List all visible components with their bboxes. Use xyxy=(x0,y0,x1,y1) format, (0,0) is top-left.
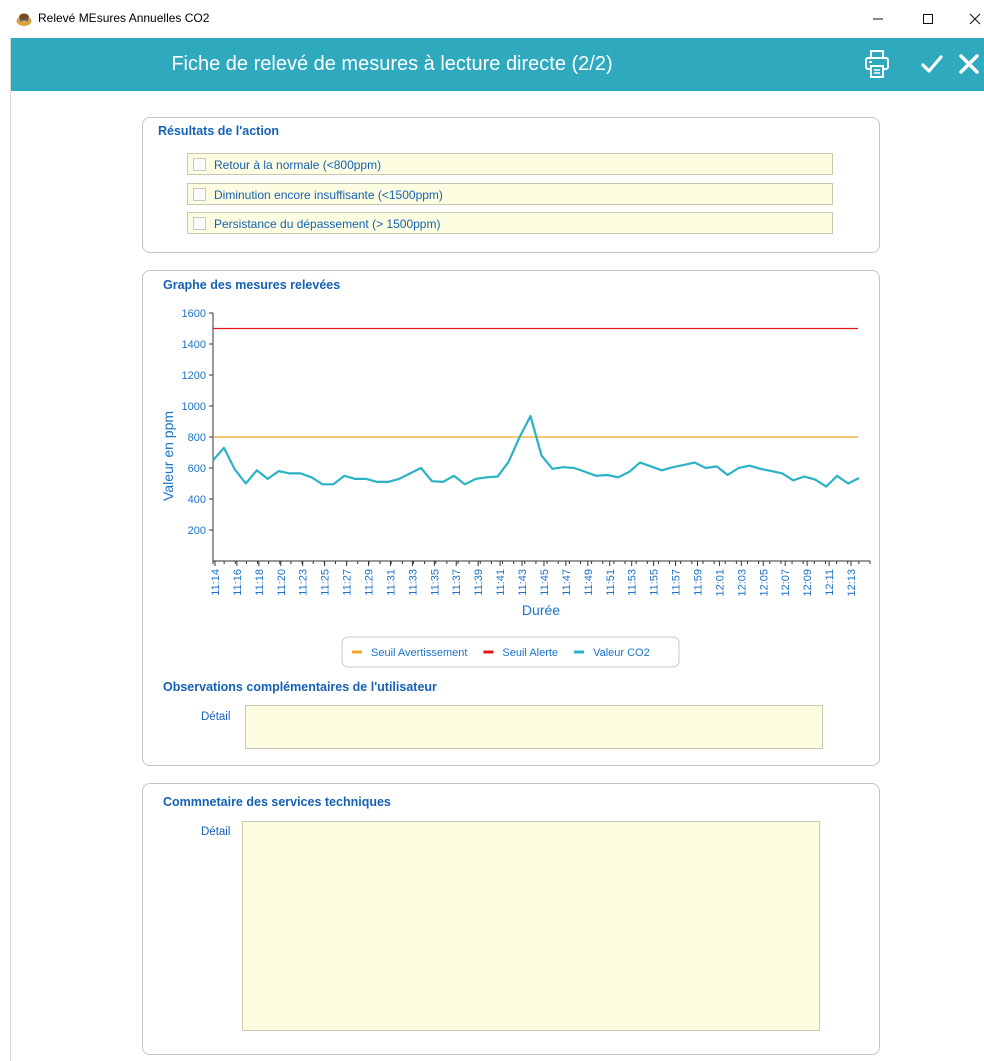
x-tick-label: 11:55 xyxy=(649,569,661,596)
x-tick-label: 11:31 xyxy=(385,569,397,596)
x-tick-label: 11:20 xyxy=(276,569,288,596)
window-titlebar: Relevé MEsures Annuelles CO2 xyxy=(0,0,984,38)
x-tick-label: 11:35 xyxy=(429,569,441,596)
result-option-label: Diminution encore insuffisante (<1500ppm… xyxy=(214,188,443,202)
x-tick-label: 11:45 xyxy=(539,569,551,596)
results-panel: Résultats de l'action Retour à la normal… xyxy=(142,117,880,253)
x-tick-label: 11:29 xyxy=(364,569,376,596)
x-tick-label: 12:13 xyxy=(846,569,858,597)
graph-title: Graphe des mesures relevées xyxy=(163,278,341,292)
comments-title: Commnetaire des services techniques xyxy=(163,795,391,809)
y-tick-label: 1600 xyxy=(182,308,206,320)
comments-detail-field[interactable] xyxy=(242,821,820,1031)
checkbox[interactable] xyxy=(193,158,206,171)
window-close-button[interactable] xyxy=(955,4,984,34)
minimize-button[interactable] xyxy=(858,4,898,34)
observations-detail-label: Détail xyxy=(201,711,231,723)
printer-icon xyxy=(865,50,889,78)
y-tick-label: 800 xyxy=(188,432,206,444)
x-tick-label: 11:18 xyxy=(254,569,266,596)
cancel-button[interactable] xyxy=(953,48,984,80)
app-icon xyxy=(16,13,32,26)
y-tick-label: 1400 xyxy=(182,339,206,351)
checkbox[interactable] xyxy=(193,188,206,201)
maximize-button[interactable] xyxy=(908,4,948,34)
form-title: Fiche de relevé de mesures à lecture dir… xyxy=(171,53,613,75)
legend-label: Seuil Alerte xyxy=(502,647,558,659)
comments-detail-label: Détail xyxy=(201,826,231,838)
print-button[interactable] xyxy=(861,48,893,80)
x-tick-label: 11:23 xyxy=(298,569,310,596)
y-tick-label: 1000 xyxy=(182,401,206,413)
check-icon xyxy=(921,55,943,73)
x-tick-label: 11:41 xyxy=(495,569,507,596)
co2-line-chart: 200 400 600 800 1000 1200 1400 1600 11:14 11:16 1… xyxy=(160,308,871,668)
x-tick-label: 11:27 xyxy=(342,569,354,596)
x-tick-label: 11:25 xyxy=(320,569,332,596)
x-tick-label: 12:07 xyxy=(780,569,792,597)
result-option-label: Retour à la normale (<800ppm) xyxy=(214,158,382,172)
x-tick-label: 11:43 xyxy=(517,569,529,596)
maximize-icon xyxy=(923,14,933,24)
y-tick-label: 1200 xyxy=(182,370,206,382)
legend-label: Seuil Avertissement xyxy=(371,647,467,659)
co2-series-line xyxy=(212,414,860,488)
result-option-insufficient[interactable]: Diminution encore insuffisante (<1500ppm… xyxy=(187,183,833,205)
x-tick-label: 11:37 xyxy=(451,569,463,596)
x-tick-label: 11:51 xyxy=(605,569,617,596)
x-tick-label: 11:14 xyxy=(210,569,222,596)
y-tick-label: 400 xyxy=(188,494,206,506)
result-option-label: Persistance du dépassement (> 1500ppm) xyxy=(214,217,441,231)
observations-detail-field[interactable] xyxy=(245,705,823,749)
x-axis-label: Durée xyxy=(522,602,560,618)
window-border xyxy=(10,38,11,1061)
x-tick-label: 11:16 xyxy=(232,569,244,596)
observations-title: Observations complémentaires de l'utilis… xyxy=(163,680,437,694)
comments-panel: Commnetaire des services techniques Déta… xyxy=(142,783,880,1055)
x-tick-label: 11:53 xyxy=(627,569,639,596)
x-tick-label: 11:57 xyxy=(671,569,683,596)
minimize-icon xyxy=(873,18,883,20)
close-icon xyxy=(959,54,979,74)
x-tick-label: 12:09 xyxy=(802,569,814,597)
x-tick-label: 11:39 xyxy=(473,569,485,596)
x-tick-label: 11:47 xyxy=(561,569,573,596)
result-option-normal[interactable]: Retour à la normale (<800ppm) xyxy=(187,153,833,175)
y-axis-label: Valeur en ppm xyxy=(160,411,176,501)
graph-panel: Graphe des mesures relevées 200 400 600 800… xyxy=(142,270,880,766)
y-tick-label: 200 xyxy=(188,525,206,537)
window-title: Relevé MEsures Annuelles CO2 xyxy=(38,11,210,25)
results-title: Résultats de l'action xyxy=(158,124,280,138)
close-icon xyxy=(969,13,981,25)
chart-legend: Seuil Avertissement Seuil Alerte Valeur CO… xyxy=(341,636,680,668)
legend-label: Valeur CO2 xyxy=(593,647,650,659)
y-tick-label: 600 xyxy=(188,463,206,475)
validate-button[interactable] xyxy=(916,48,948,80)
x-tick-label: 12:05 xyxy=(758,569,770,597)
x-tick-label: 12:01 xyxy=(714,569,726,597)
x-tick-label: 11:33 xyxy=(407,569,419,596)
form-header: Fiche de relevé de mesures à lecture dir… xyxy=(11,38,984,91)
x-tick-label: 12:03 xyxy=(736,569,748,597)
x-tick-label: 11:49 xyxy=(583,569,595,596)
result-option-persistence[interactable]: Persistance du dépassement (> 1500ppm) xyxy=(187,212,833,234)
checkbox[interactable] xyxy=(193,217,206,230)
x-tick-label: 12:11 xyxy=(824,569,836,596)
x-tick-label: 11:59 xyxy=(692,569,704,596)
